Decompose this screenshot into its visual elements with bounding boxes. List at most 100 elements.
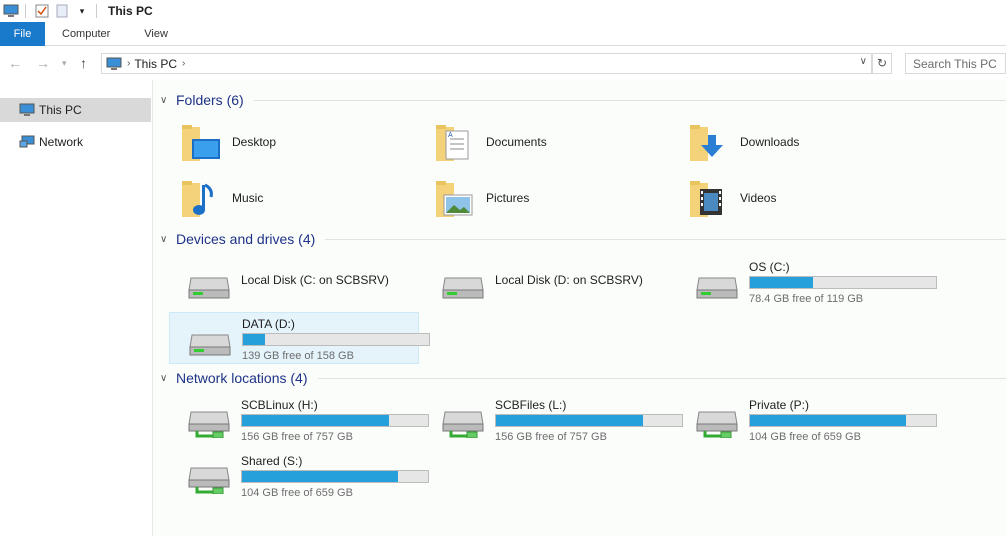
free-space-text: 104 GB free of 659 GB xyxy=(241,487,353,499)
collapse-caret-icon[interactable]: ∨ xyxy=(160,95,176,106)
folder-label: Downloads xyxy=(740,135,800,149)
folder-downloads[interactable]: Downloads xyxy=(670,118,910,166)
divider xyxy=(317,377,1006,379)
collapse-caret-icon[interactable]: ∨ xyxy=(160,234,176,245)
network-drive-icon xyxy=(187,464,231,495)
sidebar-item-this-pc[interactable]: This PC xyxy=(0,98,151,122)
sidebar-item-label: This PC xyxy=(39,103,82,117)
drive-label: SCBFiles (L:) xyxy=(495,398,567,412)
navigation-pane: This PC Network xyxy=(0,80,153,536)
group-title: Devices and drives (4) xyxy=(176,231,316,247)
group-header-network-locations[interactable]: ∨ Network locations (4) xyxy=(160,370,1006,386)
folder-documents[interactable]: A Documents xyxy=(416,118,656,166)
music-folder-icon xyxy=(180,177,220,219)
search-input[interactable] xyxy=(905,53,1006,74)
network-drive-item[interactable]: Private (P:) 104 GB free of 659 GB xyxy=(677,394,937,446)
folder-music[interactable]: Music xyxy=(162,174,402,222)
capacity-bar xyxy=(749,414,937,427)
network-icon xyxy=(19,135,35,148)
drive-item[interactable]: Local Disk (C: on SCBSRV) xyxy=(169,256,419,308)
videos-folder-icon xyxy=(688,177,728,219)
capacity-bar xyxy=(241,414,429,427)
capacity-bar xyxy=(749,276,937,289)
refresh-button[interactable]: ↻ xyxy=(872,53,892,74)
capacity-bar-fill xyxy=(242,471,399,482)
drive-item[interactable]: DATA (D:) 139 GB free of 158 GB xyxy=(169,312,430,364)
up-arrow-icon[interactable]: ↑ xyxy=(80,55,87,71)
capacity-bar xyxy=(242,333,430,346)
collapse-caret-icon[interactable]: ∨ xyxy=(160,373,176,384)
free-space-text: 78.4 GB free of 119 GB xyxy=(749,293,864,305)
computer-icon xyxy=(19,103,35,116)
folder-label: Pictures xyxy=(486,191,530,205)
customize-toolbar-dropdown-icon[interactable]: ▾ xyxy=(73,2,91,20)
computer-icon xyxy=(106,57,122,70)
divider xyxy=(253,99,1006,101)
refresh-icon: ↻ xyxy=(876,56,888,70)
title-bar: ▾ This PC xyxy=(0,0,1006,22)
folder-label: Videos xyxy=(740,191,777,205)
documents-folder-icon: A xyxy=(434,121,474,163)
tab-computer[interactable]: Computer xyxy=(45,22,127,46)
group-title: Network locations (4) xyxy=(176,370,308,386)
window-title: This PC xyxy=(108,4,153,18)
group-header-devices[interactable]: ∨ Devices and drives (4) xyxy=(160,231,1006,247)
sidebar-item-label: Network xyxy=(39,135,84,149)
capacity-bar-fill xyxy=(750,415,907,426)
group-header-folders[interactable]: ∨ Folders (6) xyxy=(160,92,1006,108)
drive-label: Local Disk (C: on SCBSRV) xyxy=(241,273,389,287)
capacity-bar xyxy=(241,470,429,483)
drive-label: Shared (S:) xyxy=(241,454,303,468)
capacity-bar-fill xyxy=(243,334,266,345)
content-pane: ∨ Folders (6) Desktop A Documents Downlo… xyxy=(154,80,1006,536)
breadcrumb-chevron-icon[interactable]: › xyxy=(182,58,185,69)
capacity-bar-fill xyxy=(496,415,643,426)
separator xyxy=(25,4,26,18)
folder-videos[interactable]: Videos xyxy=(670,174,910,222)
drive-label: OS (C:) xyxy=(749,260,790,274)
hard-drive-icon xyxy=(187,270,231,300)
address-dropdown-icon[interactable]: ∨ xyxy=(860,56,867,67)
sidebar-item-network[interactable]: Network xyxy=(0,130,151,154)
drive-label: DATA (D:) xyxy=(242,317,295,331)
network-drive-item[interactable]: SCBFiles (L:) 156 GB free of 757 GB xyxy=(423,394,683,446)
back-arrow-icon[interactable]: ← xyxy=(8,55,22,71)
drive-item[interactable]: Local Disk (D: on SCBSRV) xyxy=(423,256,673,308)
free-space-text: 156 GB free of 757 GB xyxy=(495,431,607,443)
divider xyxy=(325,238,1006,240)
group-title: Folders (6) xyxy=(176,92,244,108)
breadcrumb-chevron-icon[interactable]: › xyxy=(127,58,130,69)
tab-view[interactable]: View xyxy=(127,22,185,46)
tab-file[interactable]: File xyxy=(0,22,45,46)
recent-locations-chevron-icon[interactable]: ▾ xyxy=(62,58,67,69)
hard-drive-icon xyxy=(695,270,739,300)
ribbon-tabs: File Computer View xyxy=(0,22,1006,46)
computer-icon[interactable] xyxy=(2,2,20,20)
forward-arrow-icon[interactable]: → xyxy=(36,55,50,71)
drive-label: Private (P:) xyxy=(749,398,810,412)
capacity-bar-fill xyxy=(242,415,389,426)
breadcrumb-this-pc[interactable]: This PC xyxy=(134,57,177,71)
capacity-bar-fill xyxy=(750,277,814,288)
network-drive-icon xyxy=(187,408,231,439)
folder-label: Music xyxy=(232,191,264,205)
folder-label: Documents xyxy=(486,135,547,149)
new-folder-icon[interactable] xyxy=(53,2,71,20)
drive-item[interactable]: OS (C:) 78.4 GB free of 119 GB xyxy=(677,256,937,308)
capacity-bar xyxy=(495,414,683,427)
network-drive-item[interactable]: SCBLinux (H:) 156 GB free of 757 GB xyxy=(169,394,429,446)
hard-drive-icon xyxy=(441,270,485,300)
folder-pictures[interactable]: Pictures xyxy=(416,174,656,222)
network-drive-item[interactable]: Shared (S:) 104 GB free of 659 GB xyxy=(169,450,429,502)
network-drive-icon xyxy=(441,408,485,439)
folder-desktop[interactable]: Desktop xyxy=(162,118,402,166)
address-bar[interactable]: › This PC › ∨ xyxy=(101,53,872,74)
downloads-folder-icon xyxy=(688,121,728,163)
free-space-text: 139 GB free of 158 GB xyxy=(242,350,354,362)
hard-drive-icon xyxy=(188,327,232,357)
desktop-folder-icon xyxy=(180,121,220,163)
network-drive-icon xyxy=(695,408,739,439)
free-space-text: 104 GB free of 659 GB xyxy=(749,431,861,443)
properties-icon[interactable] xyxy=(33,2,51,20)
pictures-folder-icon xyxy=(434,177,474,219)
